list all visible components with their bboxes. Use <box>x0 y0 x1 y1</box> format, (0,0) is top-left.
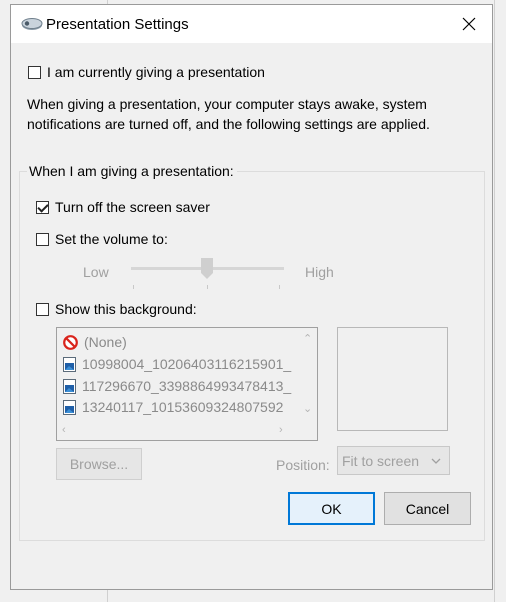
projector-icon <box>21 18 43 30</box>
browse-button[interactable]: Browse... <box>56 448 142 480</box>
no-entry-icon <box>63 334 78 350</box>
giving-presentation-label[interactable]: I am currently giving a presentation <box>47 64 265 80</box>
presentation-settings-dialog: Presentation Settings I am currently giv… <box>10 4 493 590</box>
list-horizontal-scrollbar[interactable]: ‹ › <box>57 423 317 440</box>
ok-button[interactable]: OK <box>288 492 375 525</box>
browse-button-label: Browse... <box>69 456 129 472</box>
slider-tick <box>279 285 280 289</box>
position-label: Position: <box>276 457 330 473</box>
volume-low-label: Low <box>83 264 109 280</box>
list-item[interactable]: 117296670_3398864993478413_ <box>63 375 291 397</box>
list-item-text: 10998004_10206403116215901_ <box>82 356 292 372</box>
slider-tick <box>207 285 208 289</box>
list-item-text: 13240117_10153609324807592 <box>82 399 284 415</box>
image-file-icon <box>63 356 76 372</box>
title-bar: Presentation Settings <box>11 5 492 43</box>
background-preview <box>337 327 448 431</box>
list-item-text: (None) <box>84 334 127 350</box>
screen-saver-checkbox[interactable] <box>36 201 49 214</box>
background-label[interactable]: Show this background: <box>55 301 197 317</box>
list-item[interactable]: 13240117_10153609324807592 <box>63 397 283 417</box>
scroll-right-icon[interactable]: › <box>279 424 283 436</box>
group-title: When I am giving a presentation: <box>27 163 237 179</box>
scroll-down-icon[interactable]: ⌄ <box>303 402 312 415</box>
description-text: When giving a presentation, your compute… <box>27 96 430 132</box>
list-item[interactable]: (None) <box>63 331 127 353</box>
screen-saver-label[interactable]: Turn off the screen saver <box>55 199 210 215</box>
background-checkbox[interactable] <box>36 303 49 316</box>
list-vertical-scrollbar[interactable]: ⌃ ⌄ <box>300 328 317 424</box>
chevron-down-icon <box>431 458 441 464</box>
ok-button-label: OK <box>321 500 342 517</box>
cancel-button-label: Cancel <box>405 500 450 517</box>
volume-slider-thumb[interactable] <box>201 258 213 280</box>
list-item[interactable]: 10998004_10206403116215901_ <box>63 353 291 375</box>
scroll-up-icon[interactable]: ⌃ <box>303 332 312 345</box>
dialog-title: Presentation Settings <box>46 16 189 33</box>
cancel-button[interactable]: Cancel <box>384 492 471 525</box>
slider-tick <box>133 285 134 289</box>
volume-checkbox[interactable] <box>36 233 49 246</box>
volume-high-label: High <box>305 264 334 280</box>
position-select[interactable]: Fit to screen <box>337 446 450 475</box>
list-item-text: 117296670_3398864993478413_ <box>82 378 292 394</box>
image-file-icon <box>63 378 76 394</box>
close-button[interactable] <box>446 5 492 43</box>
background-list[interactable]: (None) 10998004_10206403116215901_ 11729… <box>56 327 318 441</box>
giving-presentation-checkbox[interactable] <box>28 66 41 79</box>
image-file-icon <box>63 399 76 415</box>
background-divider <box>494 0 495 602</box>
position-select-value: Fit to screen <box>342 453 420 469</box>
close-icon <box>462 17 476 31</box>
scroll-left-icon[interactable]: ‹ <box>62 424 66 436</box>
volume-label[interactable]: Set the volume to: <box>55 231 168 247</box>
